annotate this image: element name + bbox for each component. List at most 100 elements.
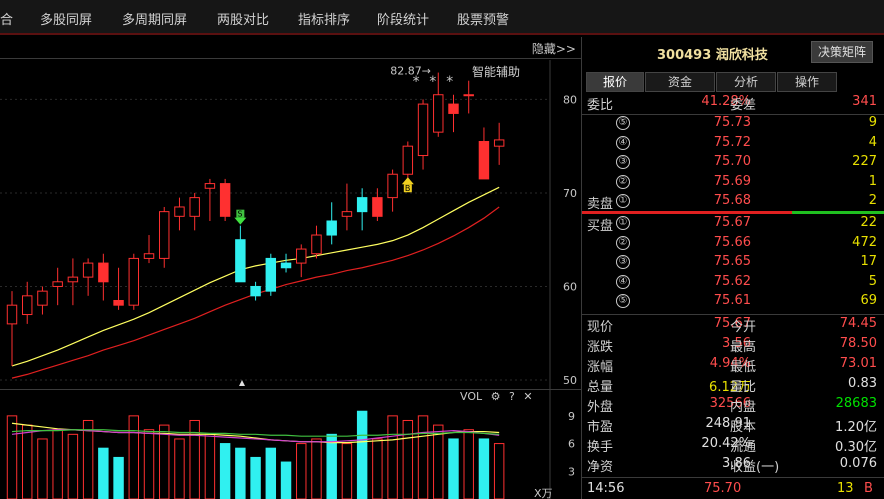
candle-body (417, 103, 429, 157)
close-icon[interactable]: ✕ (523, 390, 532, 403)
sell-price: 75.70 (713, 154, 751, 169)
weicha-value: 341 (852, 94, 877, 109)
vol-label: VOL (460, 390, 483, 403)
tick-side: B (864, 481, 873, 496)
quote-label: 涨幅 (587, 360, 614, 375)
buy-volume: 472 (852, 234, 877, 250)
sell-volume: 1 (868, 173, 877, 189)
tab-analysis[interactable]: 分析 (716, 72, 776, 92)
decision-matrix-button[interactable]: 决策矩阵 (811, 41, 873, 63)
quote-label: 总量 (587, 380, 614, 395)
buy-price: 75.62 (713, 273, 751, 289)
tick-row: 14:56 75.70 13 B (582, 477, 884, 499)
quote-label: 现价 (587, 320, 614, 335)
quote-label: 净资 (587, 460, 614, 475)
volume-bar (52, 429, 63, 499)
quote-label: 换手 (587, 440, 614, 455)
buy-level-1[interactable]: 买盘 ① 75.67 22 (582, 215, 884, 235)
volume-bar (219, 443, 231, 499)
sell-label: 卖盘 (587, 197, 614, 212)
quote-label: 股本 (730, 420, 757, 435)
tab-operate[interactable]: 操作 (777, 72, 837, 92)
candle-body (22, 295, 33, 316)
sell-volume: 2 (868, 193, 877, 208)
candle-body (67, 276, 79, 283)
volume-bar (143, 429, 155, 499)
sell-buy-divider-red (582, 211, 792, 214)
volume-bar (82, 419, 94, 499)
volume-bar (387, 415, 398, 499)
volume-unit-label: X万 (534, 487, 553, 499)
volume-bar (448, 438, 459, 499)
candle-body (235, 239, 246, 283)
quote-row: 净资 3.86 收益(一) 0.076 (582, 456, 884, 476)
candle-body (82, 262, 94, 278)
sell-price: 75.72 (713, 134, 751, 150)
volume-bar (22, 424, 33, 499)
gear-icon[interactable]: ⚙ (491, 390, 501, 403)
candle-body (433, 94, 444, 133)
tab-quote[interactable]: 报价 (586, 72, 644, 92)
quote-label: 今开 (730, 320, 757, 335)
buy-level-5[interactable]: ⑤ 75.61 69 (582, 293, 884, 313)
sell-level-number: ⑤ (616, 116, 630, 130)
candle-body (128, 257, 140, 306)
buy-level-2[interactable]: ② 75.66 472 (582, 235, 884, 255)
volume-bar (67, 433, 79, 499)
star-markers: * * * (412, 74, 454, 90)
sell-level-number: ① (616, 194, 630, 208)
price-tick-label: 60 (563, 280, 577, 293)
sell-volume: 227 (852, 154, 877, 169)
weicha-label: 委差 (730, 98, 757, 113)
tab-funds[interactable]: 资金 (645, 72, 715, 92)
quote-value: 1.20亿 (835, 420, 877, 435)
candle-body (6, 304, 18, 325)
volume-bar (433, 424, 444, 499)
quote-row: 换手 20.42% 流通 0.30亿 (582, 436, 884, 456)
sell-price: 75.68 (713, 193, 751, 208)
volume-bar (402, 419, 414, 499)
buy-level-4[interactable]: ④ 75.62 5 (582, 274, 884, 294)
help-icon[interactable]: ? (509, 390, 515, 403)
sell-signal-label: S (237, 210, 242, 219)
quote-label: 外盘 (587, 400, 614, 415)
sell-buy-divider-green (792, 211, 884, 214)
sell-level-2[interactable]: ④ 75.72 4 (582, 135, 884, 155)
volume-bar (250, 456, 261, 499)
candle-body (37, 290, 48, 306)
candle-body (174, 206, 185, 217)
sell-volume: 4 (868, 134, 877, 150)
candle-body (98, 262, 109, 283)
candle-body (448, 103, 459, 114)
sell-level-4[interactable]: ② 75.69 1 (582, 174, 884, 194)
quote-row: 市盈 248.91 股本 1.20亿 (582, 416, 884, 436)
kline-chart[interactable]: 80706050963X万 82.87→* * *SB (0, 0, 581, 499)
candle-body (326, 220, 337, 236)
tick-price: 75.70 (704, 481, 742, 496)
candle-body (478, 141, 490, 180)
volume-bar (235, 447, 246, 499)
quote-label: 收益(一) (730, 460, 780, 475)
buy-arrow-icon (401, 177, 414, 185)
sell-level-1[interactable]: ⑤ 75.73 9 (582, 115, 884, 135)
volume-tick-label: 3 (568, 465, 575, 478)
quote-value: 0.30亿 (835, 440, 877, 455)
buy-level-number: ⑤ (616, 294, 630, 308)
buy-level-3[interactable]: ③ 75.65 17 (582, 254, 884, 274)
stock-title-bar: 300493 润欣科技 决策矩阵 (582, 37, 884, 69)
candle-body (113, 300, 124, 306)
quote-row: 涨幅 4.94% 最低 73.01 (582, 356, 884, 376)
quote-row: 外盘 32566 内盘 28683 (582, 396, 884, 416)
volume-bar (372, 438, 383, 499)
sell-level-3[interactable]: ③ 75.70 227 (582, 154, 884, 174)
quote-label: 量比 (730, 380, 757, 395)
sell-level-5[interactable]: 卖盘 ① 75.68 2 (582, 193, 884, 213)
candle-body (372, 197, 383, 217)
candle-body (280, 262, 292, 269)
candle-body (143, 253, 155, 259)
candle-body (189, 197, 200, 217)
buy-volume: 22 (860, 215, 877, 230)
volume-bar (113, 456, 124, 499)
volume-tick-label: 6 (568, 438, 575, 451)
buy-volume: 17 (860, 254, 877, 269)
